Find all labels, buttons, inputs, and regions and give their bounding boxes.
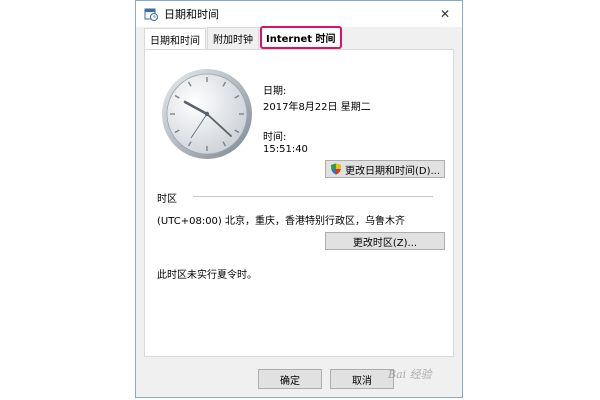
- title-bar: 日期和时间 ✕: [136, 1, 462, 27]
- shield-icon: [330, 163, 341, 175]
- dst-note: 此时区未实行夏令时。: [157, 270, 257, 281]
- close-icon[interactable]: ✕: [432, 4, 458, 24]
- window-title: 日期和时间: [164, 8, 219, 21]
- timezone-value: (UTC+08:00) 北京，重庆，香港特别行政区，乌鲁木齐: [157, 216, 406, 227]
- time-value: 15:51:40: [263, 144, 308, 155]
- change-date-time-label: 更改日期和时间(D)...: [344, 165, 441, 177]
- tab-additional-clocks[interactable]: 附加时钟: [207, 27, 259, 49]
- date-time-dialog: 日期和时间 ✕ 日期和时间 附加时钟 Internet 时间 日期: 2017年…: [135, 0, 463, 398]
- time-label: 时间:: [263, 132, 287, 143]
- change-date-time-button[interactable]: 更改日期和时间(D)...: [325, 160, 445, 178]
- change-timezone-button[interactable]: 更改时区(Z)...: [325, 232, 445, 250]
- date-value: 2017年8月22日 星期二: [263, 102, 371, 113]
- calendar-clock-icon: [144, 8, 158, 21]
- cancel-button[interactable]: 取消: [330, 369, 394, 389]
- timezone-header: 时区: [157, 194, 177, 205]
- analog-clock-icon: [162, 69, 252, 159]
- tab-date-time[interactable]: 日期和时间: [144, 28, 206, 49]
- timezone-divider: [193, 196, 433, 197]
- tab-panel-date-time: 日期: 2017年8月22日 星期二 时间: 15:51:40 更改日期和时间(…: [144, 49, 454, 357]
- tab-strip: 日期和时间 附加时钟 Internet 时间: [144, 26, 343, 49]
- watermark: Bai 经验: [388, 368, 432, 381]
- tab-internet-time[interactable]: Internet 时间: [260, 26, 342, 49]
- date-label: 日期:: [263, 86, 287, 97]
- ok-button[interactable]: 确定: [258, 369, 322, 389]
